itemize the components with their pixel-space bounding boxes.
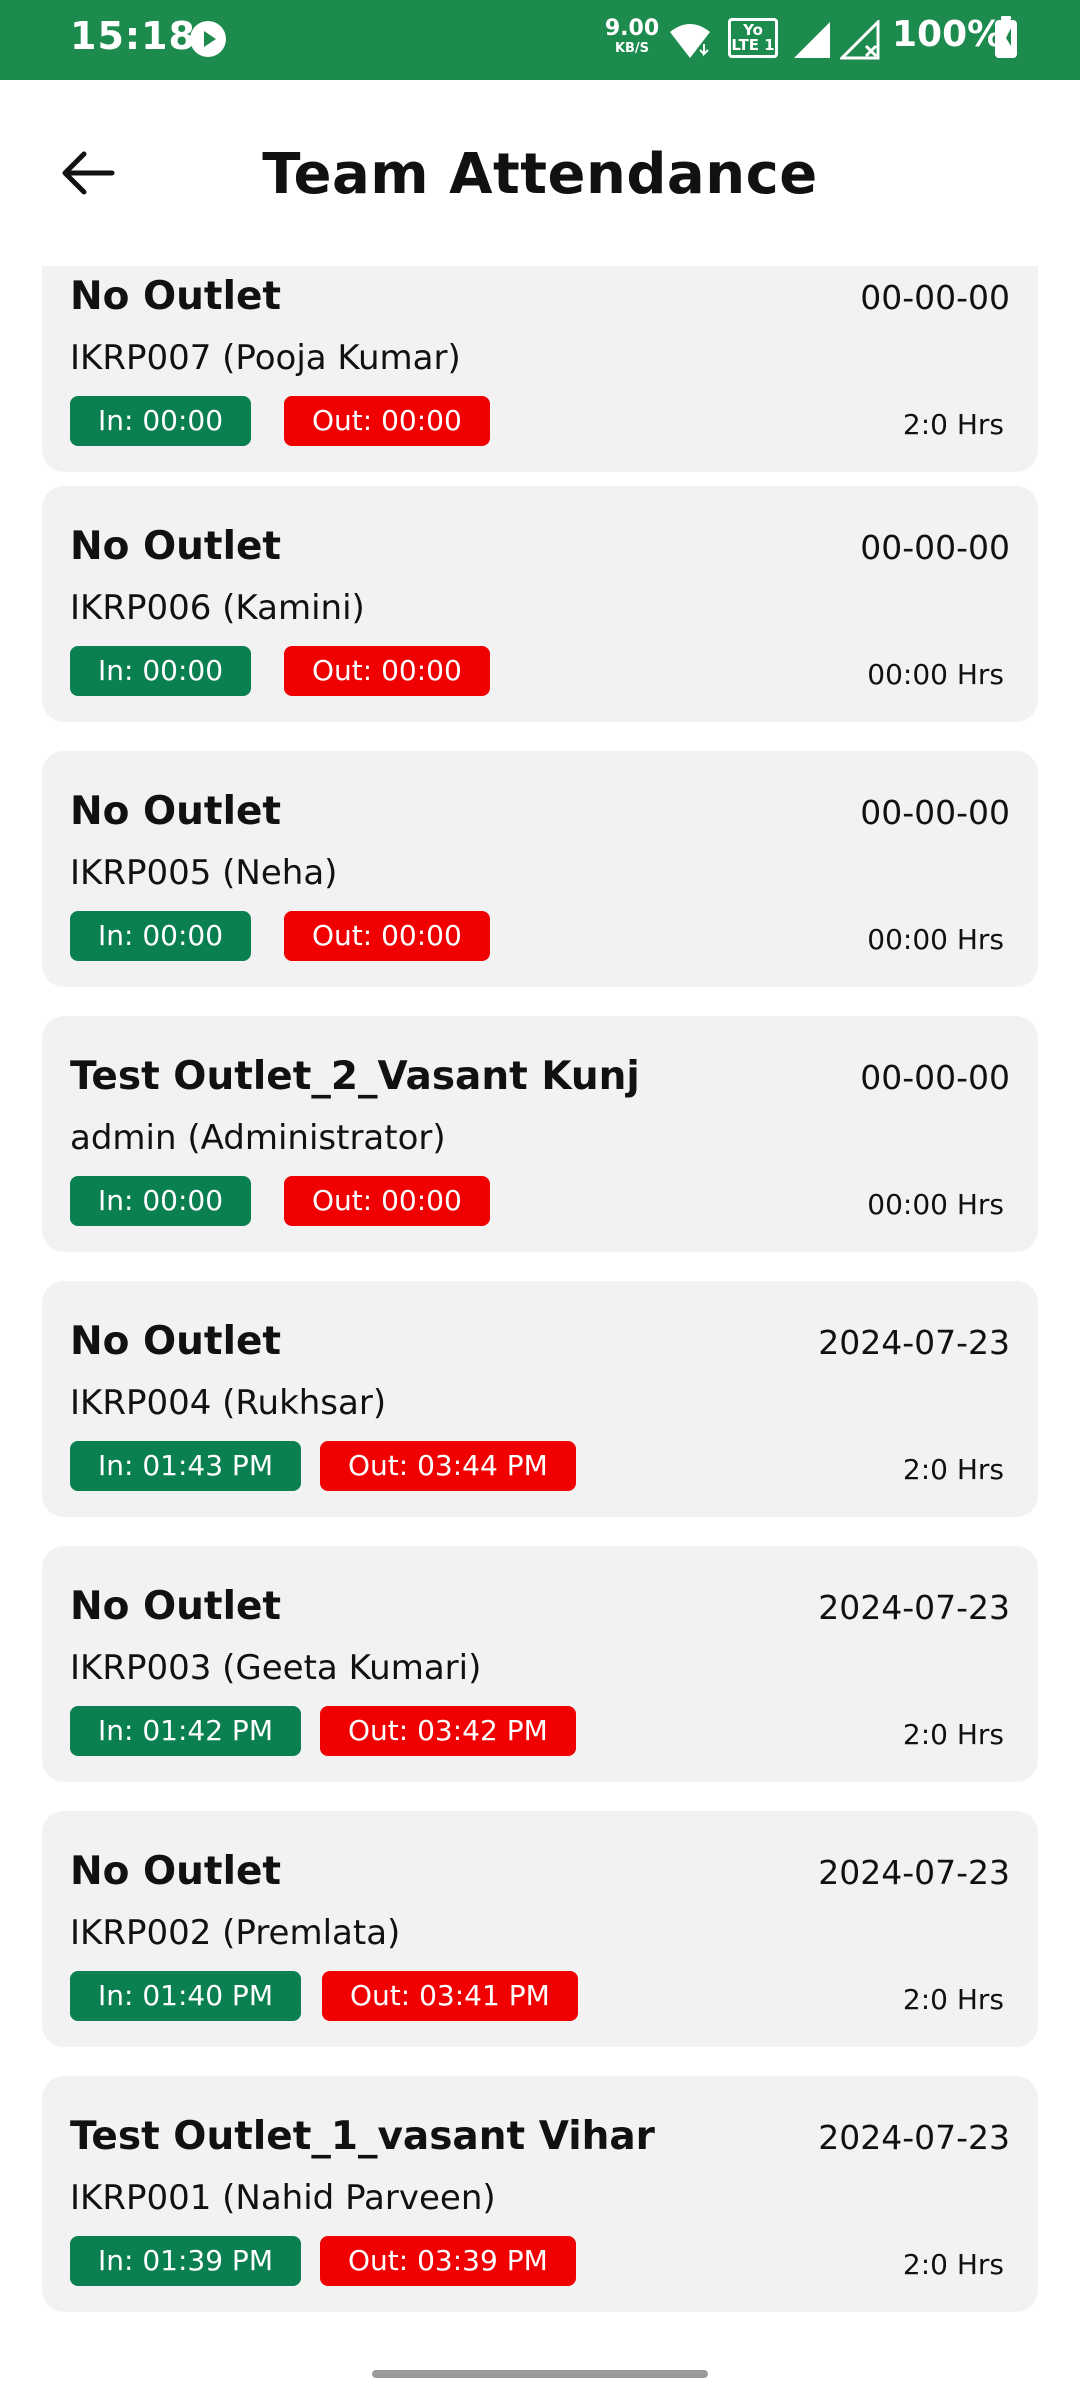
battery-charging-icon <box>995 16 1017 58</box>
employee-name: IKRP001 (Nahid Parveen) <box>70 2178 496 2218</box>
check-in-badge: In: 00:00 <box>70 911 252 961</box>
check-out-badge: Out: 03:42 PM <box>320 1706 576 1756</box>
attendance-list[interactable]: No Outlet 00-00-00 IKRP007 (Pooja Kumar)… <box>0 266 1080 2326</box>
check-in-badge: In: 01:43 PM <box>70 1441 301 1491</box>
network-speed-value: 9.00 <box>604 16 660 41</box>
worked-hours: 2:0 Hrs <box>902 2248 1004 2281</box>
check-in-badge: In: 00:00 <box>70 396 252 446</box>
attendance-date: 2024-07-23 <box>818 1323 1010 1362</box>
employee-name: IKRP007 (Pooja Kumar) <box>70 338 461 378</box>
battery-percentage: 100% <box>892 14 1004 55</box>
attendance-date: 2024-07-23 <box>818 2118 1010 2157</box>
outlet-name: Test Outlet_2_Vasant Kunj <box>70 1054 640 1099</box>
app-header: Team Attendance <box>0 80 1080 266</box>
check-in-badge: In: 01:39 PM <box>70 2236 301 2286</box>
volte-icon: Yo LTE 1 <box>728 18 778 58</box>
worked-hours: 2:0 Hrs <box>902 1453 1004 1486</box>
attendance-card[interactable]: Test Outlet_1_vasant Vihar 2024-07-23 IK… <box>42 2076 1038 2312</box>
network-speed-unit: KB/S <box>614 41 650 56</box>
attendance-date: 2024-07-23 <box>818 1588 1010 1627</box>
signal-no-service-icon <box>840 20 880 60</box>
check-out-badge: Out: 03:44 PM <box>320 1441 576 1491</box>
check-out-badge: Out: 00:00 <box>284 911 490 961</box>
check-out-badge: Out: 00:00 <box>284 646 490 696</box>
employee-name: IKRP004 (Rukhsar) <box>70 1383 387 1423</box>
check-out-badge: Out: 03:41 PM <box>322 1971 578 2021</box>
wifi-icon <box>670 24 710 58</box>
attendance-card[interactable]: No Outlet 2024-07-23 IKRP003 (Geeta Kuma… <box>42 1546 1038 1782</box>
attendance-date: 00-00-00 <box>860 793 1010 832</box>
signal-icon <box>794 22 830 58</box>
worked-hours: 00:00 Hrs <box>867 923 1004 956</box>
worked-hours: 2:0 Hrs <box>902 408 1004 441</box>
check-in-badge: In: 01:40 PM <box>70 1971 301 2021</box>
check-out-badge: Out: 00:00 <box>284 1176 490 1226</box>
status-bar: 15:18 9.00 KB/S Yo LTE 1 100% <box>0 0 1080 80</box>
outlet-name: No Outlet <box>70 1319 282 1364</box>
worked-hours: 00:00 Hrs <box>867 1188 1004 1221</box>
attendance-card[interactable]: No Outlet 00-00-00 IKRP006 (Kamini) In: … <box>42 486 1038 722</box>
outlet-name: No Outlet <box>70 1849 282 1894</box>
outlet-name: No Outlet <box>70 1584 282 1629</box>
attendance-date: 2024-07-23 <box>818 1853 1010 1892</box>
employee-name: IKRP002 (Premlata) <box>70 1913 401 1953</box>
attendance-card[interactable]: No Outlet 2024-07-23 IKRP002 (Premlata) … <box>42 1811 1038 2047</box>
outlet-name: No Outlet <box>70 789 282 834</box>
play-icon <box>190 21 226 57</box>
network-speed: 9.00 KB/S <box>600 16 664 56</box>
attendance-date: 00-00-00 <box>860 1058 1010 1097</box>
check-in-badge: In: 00:00 <box>70 646 252 696</box>
check-out-badge: Out: 00:00 <box>284 396 490 446</box>
employee-name: IKRP005 (Neha) <box>70 853 338 893</box>
check-in-badge: In: 00:00 <box>70 1176 252 1226</box>
attendance-card[interactable]: No Outlet 00-00-00 IKRP007 (Pooja Kumar)… <box>42 266 1038 472</box>
worked-hours: 2:0 Hrs <box>902 1983 1004 2016</box>
attendance-card[interactable]: No Outlet 00-00-00 IKRP005 (Neha) In: 00… <box>42 751 1038 987</box>
check-in-badge: In: 01:42 PM <box>70 1706 301 1756</box>
attendance-date: 00-00-00 <box>860 528 1010 567</box>
worked-hours: 2:0 Hrs <box>902 1718 1004 1751</box>
employee-name: admin (Administrator) <box>70 1118 446 1158</box>
outlet-name: Test Outlet_1_vasant Vihar <box>70 2114 655 2159</box>
status-time: 15:18 <box>70 14 196 58</box>
attendance-card[interactable]: Test Outlet_2_Vasant Kunj 00-00-00 admin… <box>42 1016 1038 1252</box>
attendance-date: 00-00-00 <box>860 278 1010 317</box>
employee-name: IKRP006 (Kamini) <box>70 588 365 628</box>
outlet-name: No Outlet <box>70 274 282 319</box>
employee-name: IKRP003 (Geeta Kumari) <box>70 1648 482 1688</box>
attendance-card[interactable]: No Outlet 2024-07-23 IKRP004 (Rukhsar) I… <box>42 1281 1038 1517</box>
page-title: Team Attendance <box>262 142 818 207</box>
outlet-name: No Outlet <box>70 524 282 569</box>
home-indicator[interactable] <box>372 2370 708 2378</box>
worked-hours: 00:00 Hrs <box>867 658 1004 691</box>
check-out-badge: Out: 03:39 PM <box>320 2236 576 2286</box>
